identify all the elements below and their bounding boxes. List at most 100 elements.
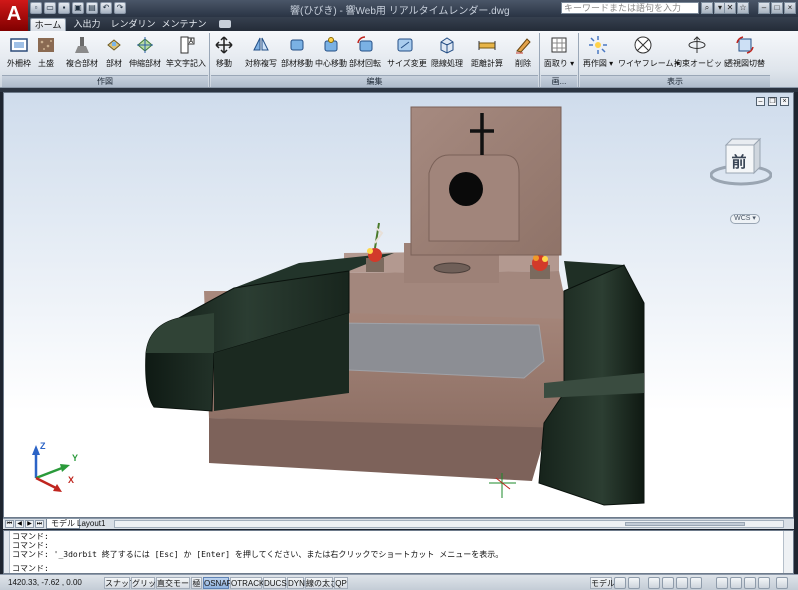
- snap-toggle[interactable]: スナップ: [104, 577, 137, 589]
- viewport-restore-icon[interactable]: ❐: [768, 97, 777, 106]
- stretch-part-button[interactable]: 伸縮部材: [128, 33, 162, 73]
- favorites-icon[interactable]: ☆: [737, 2, 749, 14]
- command-window-grip[interactable]: [4, 531, 10, 573]
- save-icon[interactable]: ▪: [58, 2, 70, 14]
- ortho-toggle[interactable]: 直交モード: [156, 577, 197, 589]
- communication-center-icon[interactable]: ✕: [724, 2, 736, 14]
- tab-io[interactable]: 入出力: [70, 18, 104, 31]
- wireframe-button[interactable]: ワイヤフレーム ▾: [618, 33, 680, 73]
- lock-icon[interactable]: [730, 577, 742, 589]
- maximize-icon[interactable]: □: [771, 2, 783, 14]
- drawing-viewport[interactable]: Z Y X – ❐ × 前 WCS ▾: [3, 92, 794, 518]
- last-layout-icon[interactable]: ⏭: [35, 520, 44, 528]
- minimize-icon[interactable]: –: [758, 2, 770, 14]
- quick-view-layouts-icon[interactable]: [614, 577, 626, 589]
- composite-part-button[interactable]: 複合部材: [64, 33, 100, 73]
- move-button[interactable]: 移動: [213, 33, 235, 73]
- model-space-toggle[interactable]: モデル: [590, 577, 615, 589]
- otrack-toggle[interactable]: OTRACK: [230, 577, 264, 589]
- wcs-menu[interactable]: WCS ▾: [730, 214, 760, 224]
- polar-toggle[interactable]: 極: [191, 577, 202, 589]
- command-history-line: コマンド:: [12, 532, 49, 541]
- redo-icon[interactable]: ↷: [114, 2, 126, 14]
- composite-part-icon: [75, 37, 89, 53]
- lineweight-toggle[interactable]: 線の太さ: [305, 577, 338, 589]
- eraser-icon: [516, 38, 531, 54]
- constrained-orbit-button[interactable]: 拘束オービット: [674, 33, 730, 73]
- viewport-close-icon[interactable]: ×: [780, 97, 789, 106]
- viewcube-front-face[interactable]: 前: [729, 151, 749, 172]
- quick-properties-toggle[interactable]: QP: [334, 577, 348, 589]
- application-menu-button[interactable]: A: [0, 0, 28, 31]
- cursor-coordinates: 1420.33, -7.62 , 0.00: [8, 578, 82, 587]
- regen-button[interactable]: 再作図 ▾: [580, 33, 616, 73]
- x-axis-label: X: [68, 475, 75, 485]
- first-layout-icon[interactable]: ⏮: [5, 520, 14, 528]
- showmotion-icon[interactable]: [690, 577, 702, 589]
- stretch-part-icon: [137, 37, 153, 53]
- center-move-button[interactable]: 中心移動: [314, 33, 348, 73]
- save-as-icon[interactable]: ▣: [72, 2, 84, 14]
- search-input[interactable]: キーワードまたは語句を入力: [561, 2, 699, 14]
- soil-icon: [38, 38, 54, 52]
- soil-button[interactable]: 土盛: [34, 33, 58, 73]
- stone-text-button[interactable]: A 竿文字記入: [166, 33, 206, 73]
- ducs-toggle[interactable]: DUCS: [263, 577, 287, 589]
- panel-draw-title: 作図: [2, 75, 208, 87]
- viewport-minimize-icon[interactable]: –: [756, 97, 765, 106]
- panel-separator: [209, 33, 210, 87]
- zoom-icon[interactable]: [662, 577, 674, 589]
- grid-toggle[interactable]: グリッド: [131, 577, 164, 589]
- scrollbar-thumb[interactable]: [625, 522, 745, 526]
- orbit-icon: [688, 36, 706, 53]
- delete-button[interactable]: 削除: [510, 33, 536, 73]
- title-bar: ▫ ▭ ▪ ▣ ▤ ↶ ↷ 響(ひびき) - 響Web用 リアルタイムレンダー.…: [0, 0, 798, 17]
- tab-home[interactable]: ホーム: [30, 18, 66, 31]
- perspective-icon: [736, 36, 754, 54]
- quick-view-drawings-icon[interactable]: [628, 577, 640, 589]
- dyn-toggle[interactable]: DYN: [287, 577, 305, 589]
- window-title: 響(ひびき) - 響Web用 リアルタイムレンダー.dwg: [290, 6, 510, 17]
- pan-icon[interactable]: [648, 577, 660, 589]
- perspective-toggle-button[interactable]: 透視図切替: [724, 33, 766, 73]
- tab-maintenance[interactable]: メンテナンス: [160, 18, 208, 41]
- resize-button[interactable]: サイズ変更: [387, 33, 427, 73]
- part-move-button[interactable]: 部材移動: [280, 33, 314, 73]
- steeringwheel-icon[interactable]: [676, 577, 688, 589]
- open-file-icon[interactable]: ▭: [44, 2, 56, 14]
- close-icon[interactable]: ×: [784, 2, 796, 14]
- tab-layout1[interactable]: Layout1: [73, 519, 109, 529]
- mirror-copy-button[interactable]: 対称複写: [244, 33, 278, 73]
- horizontal-scrollbar[interactable]: [114, 520, 784, 528]
- ucs-axis-icon: [32, 445, 70, 492]
- prev-layout-icon[interactable]: ◀: [15, 520, 24, 528]
- osnap-toggle[interactable]: OSNAP: [203, 577, 232, 589]
- hidden-line-button[interactable]: 隠線処理: [430, 33, 464, 73]
- workspace-gear-icon[interactable]: [716, 577, 728, 589]
- outer-fence-button[interactable]: 外柵枠: [6, 33, 32, 73]
- part-rotate-button[interactable]: 部材回転: [348, 33, 382, 73]
- status-bar: 1420.33, -7.62 , 0.00 スナップ グリッド 直交モード 極 …: [0, 574, 798, 590]
- part-move-icon: [290, 39, 304, 51]
- z-axis-label: Z: [40, 441, 46, 451]
- autocad-window: ▫ ▭ ▪ ▣ ▤ ↶ ↷ 響(ひびき) - 響Web用 リアルタイムレンダー.…: [0, 0, 798, 590]
- search-icon[interactable]: ⌕: [701, 2, 713, 14]
- tab-rendering[interactable]: レンダリング: [110, 18, 156, 41]
- clean-screen-icon[interactable]: [776, 577, 788, 589]
- chamfer-button[interactable]: 面取り ▾: [542, 33, 576, 73]
- next-layout-icon[interactable]: ▶: [25, 520, 34, 528]
- undo-icon[interactable]: ↶: [100, 2, 112, 14]
- command-scrollbar[interactable]: [783, 531, 793, 573]
- distance-calc-button[interactable]: 距離計算: [470, 33, 504, 73]
- isolate-objects-icon[interactable]: [758, 577, 770, 589]
- command-prompt-input[interactable]: コマンド:: [12, 564, 49, 573]
- panel-separator: [578, 33, 579, 87]
- print-icon[interactable]: ▤: [86, 2, 98, 14]
- new-file-icon[interactable]: ▫: [30, 2, 42, 14]
- part-button[interactable]: 部材: [102, 33, 126, 73]
- chamfer-icon: [551, 37, 567, 53]
- hardware-acceleration-icon[interactable]: [744, 577, 756, 589]
- move-icon: [215, 36, 233, 54]
- command-window: コマンド: コマンド: コマンド: '_3dorbit 終了するには [Esc]…: [3, 530, 794, 574]
- ribbon-minimize-icon[interactable]: [219, 20, 231, 28]
